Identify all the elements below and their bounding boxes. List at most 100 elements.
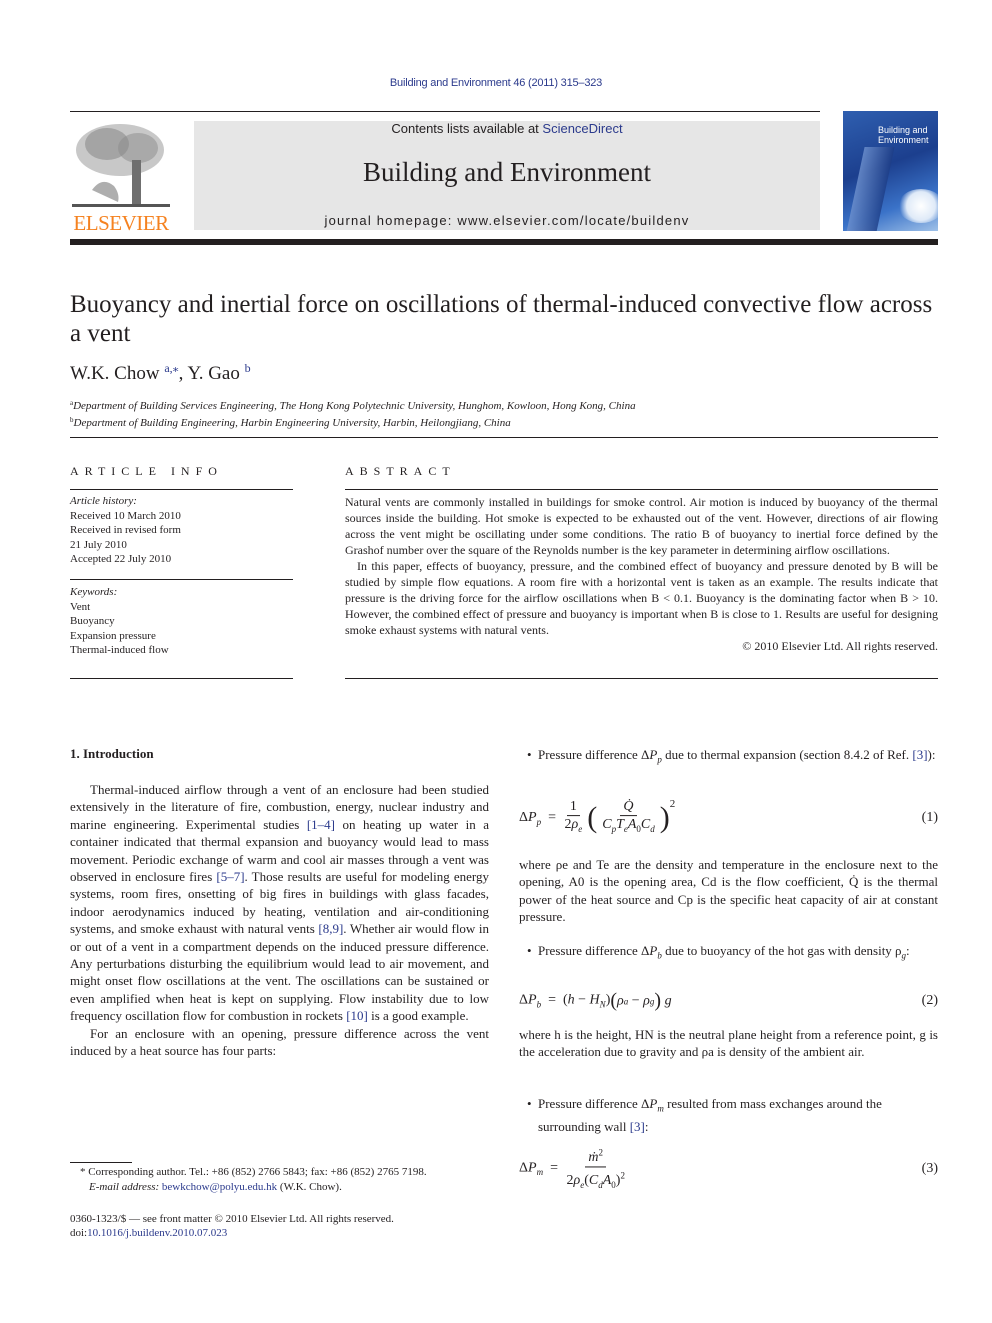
- author-name: Y. Gao: [187, 363, 240, 384]
- citation-link[interactable]: [10]: [346, 1008, 368, 1023]
- introduction-body: Thermal-induced airflow through a vent o…: [70, 781, 489, 1060]
- history-item: 21 July 2010: [70, 538, 127, 551]
- text-run: Pressure difference Δ: [538, 747, 650, 762]
- divider: [70, 678, 293, 679]
- sciencedirect-link[interactable]: ScienceDirect: [542, 121, 622, 136]
- bullet-icon: •: [527, 943, 532, 958]
- equation-2: ΔPb = (h − HN)(ρ a − ρ g) g (2): [519, 986, 938, 1016]
- article-title: Buoyancy and inertial force on oscillati…: [70, 291, 933, 347]
- journal-cover-image: Building and Environment: [843, 111, 938, 231]
- cover-building-graphic: [845, 147, 895, 231]
- equation-number: (2): [921, 993, 938, 1008]
- journal-masthead: Contents lists available at ScienceDirec…: [194, 121, 820, 230]
- doi-line: doi:10.1016/j.buildenv.2010.07.023: [70, 1226, 394, 1240]
- equation-explanation: where h is the height, HN is the neutral…: [519, 1027, 938, 1060]
- bullet-icon: •: [527, 1096, 532, 1111]
- author-name: W.K. Chow: [70, 363, 160, 384]
- doi-link[interactable]: 10.1016/j.buildenv.2010.07.023: [87, 1227, 227, 1239]
- equation-number: (3): [921, 1161, 938, 1176]
- keyword-item: Expansion pressure: [70, 629, 156, 642]
- elsevier-logo: ELSEVIER: [70, 120, 172, 235]
- email-label: E-mail address:: [89, 1181, 160, 1193]
- keyword-item: Thermal-induced flow: [70, 644, 169, 656]
- text-run: :: [644, 1119, 649, 1134]
- contents-prefix: Contents lists available at: [391, 121, 543, 136]
- footnote-rule: [70, 1162, 132, 1163]
- history-item: Accepted 22 July 2010: [70, 553, 172, 565]
- journal-name: Building and Environment: [363, 157, 651, 187]
- footnote: * Corresponding author. Tel.: +86 (852) …: [80, 1165, 500, 1195]
- article-history: Article history: Received 10 March 2010 …: [70, 494, 181, 567]
- keyword-item: Buoyancy: [70, 615, 115, 627]
- email-suffix: (W.K. Chow).: [277, 1181, 342, 1193]
- equation-body: ΔPp = 1 2ρe ( Q̇ CpTeA0Cd ) 2: [519, 798, 676, 834]
- elsevier-wordmark: ELSEVIER: [73, 211, 169, 235]
- keyword-item: Vent: [70, 600, 91, 613]
- cover-title: Building and Environment: [878, 125, 929, 145]
- author-marks[interactable]: b: [245, 361, 251, 375]
- footnote-text: Corresponding author. Tel.: +86 (852) 27…: [88, 1166, 427, 1178]
- bullet-icon: •: [527, 747, 532, 762]
- journal-homepage[interactable]: journal homepage: www.elsevier.com/locat…: [194, 213, 820, 228]
- front-matter: 0360-1323/$ — see front matter © 2010 El…: [70, 1212, 394, 1240]
- divider: [70, 489, 293, 490]
- footnote-star: *: [80, 1166, 86, 1178]
- text-run: is a good example.: [367, 1008, 469, 1024]
- text-run: ):: [927, 747, 936, 762]
- citation-link[interactable]: [3]: [630, 1119, 645, 1134]
- journal-citation[interactable]: Building and Environment 46 (2011) 315–3…: [0, 77, 992, 89]
- text-run: :: [906, 943, 910, 958]
- divider: [70, 579, 293, 580]
- affiliations: aDepartment of Building Services Enginee…: [70, 396, 636, 430]
- email-line: E-mail address: bewkchow@polyu.edu.hk (W…: [80, 1180, 500, 1195]
- header-thick-rule: [70, 239, 938, 245]
- keywords: Keywords: Vent Buoyancy Expansion pressu…: [70, 585, 169, 658]
- citation-link[interactable]: [5–7]: [216, 869, 244, 884]
- affiliation-item: aDepartment of Building Services Enginee…: [70, 396, 636, 413]
- doi-label: doi:: [70, 1227, 88, 1239]
- copyright-notice: © 2010 Elsevier Ltd. All rights reserved…: [742, 639, 938, 653]
- equation-explanation: where ρe and Te are the density and temp…: [519, 857, 938, 925]
- text-run: Pressure difference Δ: [538, 943, 650, 958]
- equation-body: ΔPm = ṁ2 2ρe(CdA0)2: [519, 1144, 630, 1193]
- citation-link[interactable]: [1–4]: [307, 817, 335, 832]
- affiliation-text: Department of Building Engineering, Harb…: [73, 417, 511, 429]
- intro-paragraph: For an enclosure with an opening, pressu…: [70, 1025, 489, 1059]
- divider: [345, 678, 938, 679]
- cover-title-line1: Building and: [878, 125, 928, 135]
- intro-paragraph: Thermal-induced airflow through a vent o…: [70, 781, 489, 1025]
- history-item: Received 10 March 2010: [70, 509, 181, 522]
- bullet-item: • Pressure difference ΔPp due to thermal…: [527, 746, 938, 769]
- abstract-paragraph: Natural vents are commonly installed in …: [345, 495, 938, 557]
- contents-line: Contents lists available at ScienceDirec…: [194, 121, 820, 136]
- cover-cloud-graphic: [898, 189, 938, 223]
- text-run: due to buoyancy of the hot gas with dens…: [661, 943, 902, 958]
- bullet-item: • Pressure difference ΔPb due to buoyanc…: [527, 942, 938, 965]
- author-list: W.K. Chow a,⁎, Y. Gao b: [70, 361, 251, 385]
- header-rule: [70, 111, 820, 112]
- email-link[interactable]: bewkchow@polyu.edu.hk: [162, 1181, 277, 1193]
- author-marks[interactable]: a,⁎: [164, 361, 178, 375]
- equation-number: (1): [921, 810, 938, 825]
- affiliation-text: Department of Building Services Engineer…: [73, 400, 636, 412]
- cover-title-line2: Environment: [878, 135, 929, 145]
- abstract-paragraph: In this paper, effects of buoyancy, pres…: [345, 559, 938, 637]
- corresponding-author-note: * Corresponding author. Tel.: +86 (852) …: [80, 1165, 500, 1180]
- elsevier-tree-icon: [72, 124, 170, 207]
- abstract-heading: ABSTRACT: [345, 464, 456, 478]
- keywords-label: Keywords:: [70, 586, 118, 598]
- citation-link[interactable]: [8,9]: [318, 921, 343, 936]
- history-label: Article history:: [70, 495, 137, 507]
- divider: [345, 489, 938, 490]
- history-item: Received in revised form: [70, 524, 181, 536]
- bullet-item: • Pressure difference ΔPm resulted from …: [527, 1095, 938, 1135]
- section-heading: 1. Introduction: [70, 746, 154, 761]
- equation-1: ΔPp = 1 2ρe ( Q̇ CpTeA0Cd ) 2 (1): [519, 794, 938, 842]
- divider: [70, 437, 938, 438]
- equation-body: ΔPb = (h − HN)(ρ a − ρ g) g: [519, 989, 672, 1012]
- citation-link[interactable]: [3]: [912, 747, 927, 762]
- abstract-body: Natural vents are commonly installed in …: [345, 494, 938, 654]
- article-info-heading: ARTICLE INFO: [70, 464, 223, 478]
- equation-3: ΔPm = ṁ2 2ρe(CdA0)2 (3): [519, 1145, 938, 1193]
- text-run: Pressure difference Δ: [538, 1096, 650, 1111]
